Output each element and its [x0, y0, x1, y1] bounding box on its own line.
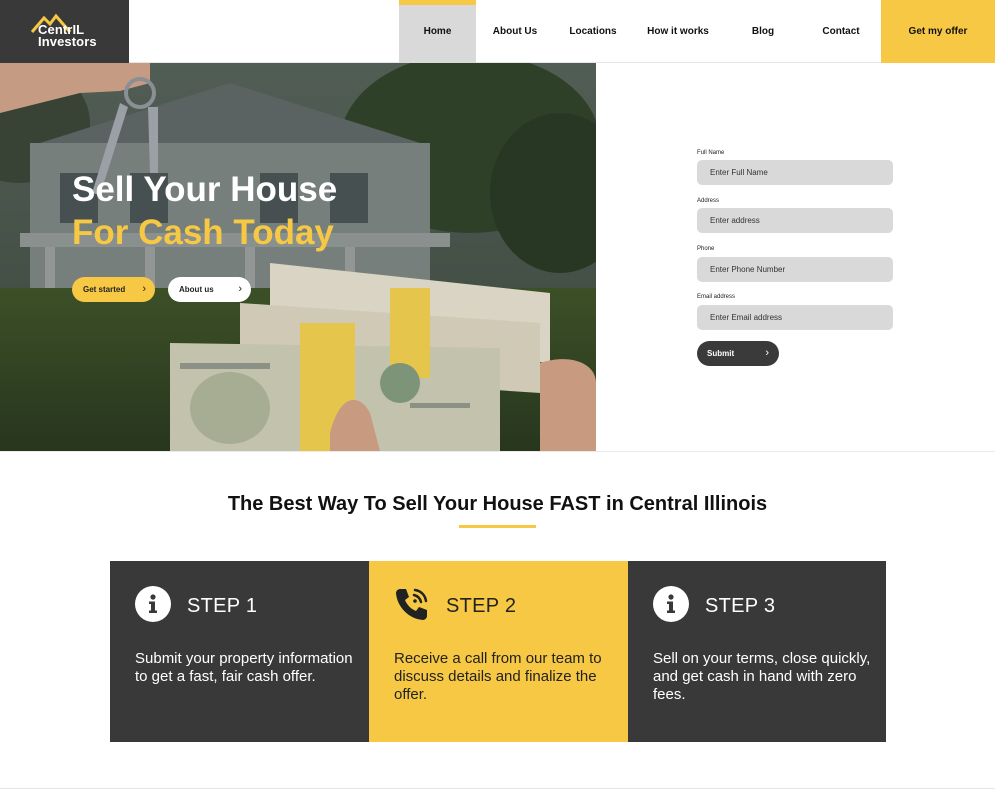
get-my-offer-button[interactable]: Get my offer: [881, 0, 995, 63]
step-2-text: Receive a call from our team to discuss …: [394, 650, 602, 703]
section-divider: [0, 451, 995, 452]
get-started-button[interactable]: Get started ›: [72, 277, 155, 302]
nav-locations[interactable]: Locations: [558, 0, 628, 63]
hero-title-line-2: For Cash Today: [72, 213, 334, 252]
offer-form: Full Name Address Phone Email address Su…: [596, 63, 995, 451]
info-icon: [653, 586, 689, 622]
logo-text: CentrIL Investors: [38, 23, 97, 49]
section-title-underline: [459, 525, 536, 528]
logo-line-2: Investors: [38, 34, 97, 49]
nav-contact[interactable]: Contact: [806, 0, 876, 63]
email-label: Email address: [697, 294, 736, 300]
step-1-text: Submit your property information to get …: [135, 650, 353, 685]
address-input[interactable]: [697, 208, 893, 233]
step-2-title: STEP 2: [446, 595, 517, 617]
hero-background-image: [0, 63, 596, 451]
step-card-3: STEP 3 Sell on your terms, close quickly…: [628, 561, 886, 742]
step-3-title: STEP 3: [705, 595, 776, 617]
phone-call-icon: [396, 588, 428, 620]
top-navigation: CentrIL Investors Home About Us Location…: [0, 0, 995, 63]
nav-blog[interactable]: Blog: [728, 0, 798, 63]
address-label: Address: [697, 198, 720, 204]
full-name-input[interactable]: [697, 160, 893, 185]
info-icon: [135, 586, 171, 622]
step-card-2: STEP 2 Receive a call from our team to d…: [369, 561, 628, 742]
chevron-right-icon: ›: [238, 283, 242, 295]
submit-label: Submit: [707, 349, 735, 358]
nav-about-us[interactable]: About Us: [480, 0, 550, 63]
get-started-label: Get started: [83, 285, 126, 294]
about-us-label: About us: [179, 285, 214, 294]
footer-divider: [0, 788, 995, 789]
chevron-right-icon: ›: [142, 283, 146, 295]
about-us-button[interactable]: About us ›: [168, 277, 251, 302]
nav-how-it-works[interactable]: How it works: [640, 0, 716, 63]
submit-button[interactable]: Submit ›: [697, 341, 779, 366]
phone-label: Phone: [697, 246, 715, 252]
step-card-1: STEP 1 Submit your property information …: [110, 561, 369, 742]
step-1-title: STEP 1: [187, 595, 258, 617]
email-input[interactable]: [697, 305, 893, 330]
chevron-right-icon: ›: [765, 347, 769, 359]
step-3-text: Sell on your terms, close quickly, and g…: [653, 650, 871, 703]
phone-input[interactable]: [697, 257, 893, 282]
logo[interactable]: CentrIL Investors: [0, 0, 129, 63]
full-name-label: Full Name: [697, 150, 725, 156]
nav-home[interactable]: Home: [399, 0, 476, 63]
hero-title-line-1: Sell Your House: [72, 170, 338, 209]
section-title: The Best Way To Sell Your House FAST in …: [227, 493, 768, 515]
hero-section: Sell Your House For Cash Today Get start…: [0, 63, 596, 451]
